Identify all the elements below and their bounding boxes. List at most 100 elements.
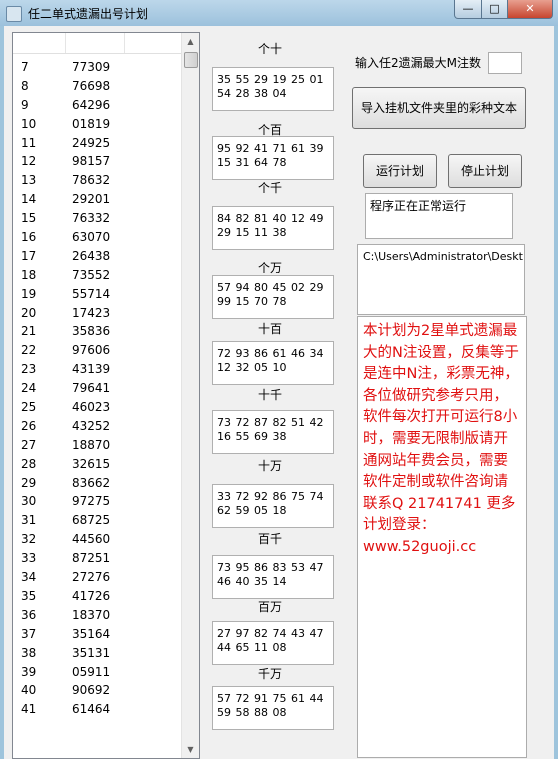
section-numbers-box[interactable]: 95 92 41 71 61 39 15 31 64 78 [212, 136, 334, 180]
list-rows: 7 77309 8 76698 9 64296 10 01819 11 24925 12 98157 1… [13, 58, 181, 719]
section-numbers-box[interactable]: 72 93 86 61 46 34 12 32 05 10 [212, 341, 334, 385]
list-row[interactable]: 36 18370 [13, 606, 181, 625]
close-button[interactable]: ✕ [507, 0, 553, 19]
list-row[interactable]: 28 32615 [13, 455, 181, 474]
section-label: 百万 [257, 600, 282, 614]
list-row[interactable]: 15 76332 [13, 209, 181, 228]
scroll-down-arrow-icon[interactable]: ▼ [182, 741, 199, 758]
column-header-index[interactable] [13, 33, 66, 53]
row-number: 18870 [72, 437, 111, 452]
list-row[interactable]: 17 26438 [13, 247, 181, 266]
section-label: 个万 [257, 261, 282, 275]
list-row[interactable]: 9 64296 [13, 96, 181, 115]
stop-plan-button[interactable]: 停止计划 [448, 154, 522, 188]
row-number: 27276 [72, 570, 111, 585]
section-numbers-box[interactable]: 35 55 29 19 25 01 54 28 38 04 [212, 67, 334, 111]
row-number: 78632 [72, 173, 111, 188]
section-numbers-box[interactable]: 57 72 91 75 61 44 59 58 88 08 [212, 686, 334, 730]
list-row[interactable]: 38 35131 [13, 644, 181, 663]
list-row[interactable]: 7 77309 [13, 58, 181, 77]
row-index: 28 [21, 456, 37, 471]
row-index: 24 [21, 381, 37, 396]
row-number: 32615 [72, 456, 111, 471]
import-file-button[interactable]: 导入挂机文件夹里的彩种文本 [352, 87, 526, 129]
main-window-body: 7 77309 8 76698 9 64296 10 01819 11 24925 12 98157 1… [4, 26, 554, 759]
status-textbox[interactable]: 程序正在正常运行 [365, 193, 513, 239]
list-row[interactable]: 12 98157 [13, 152, 181, 171]
row-index: 31 [21, 513, 37, 528]
row-index: 27 [21, 437, 37, 452]
row-index: 37 [21, 626, 37, 641]
list-row[interactable]: 27 18870 [13, 436, 181, 455]
maximize-button[interactable]: □ [481, 0, 508, 19]
section-label: 十万 [257, 459, 282, 473]
list-row[interactable]: 14 29201 [13, 190, 181, 209]
section-numbers-box[interactable]: 73 95 86 83 53 47 46 40 35 14 [212, 555, 334, 599]
list-row[interactable]: 22 97606 [13, 341, 181, 360]
list-row[interactable]: 20 17423 [13, 304, 181, 323]
row-index: 10 [21, 116, 37, 131]
section-numbers-box[interactable]: 27 97 82 74 43 47 44 65 11 08 [212, 621, 334, 665]
row-number: 83662 [72, 475, 111, 490]
list-row[interactable]: 37 35164 [13, 625, 181, 644]
list-row[interactable]: 39 05911 [13, 663, 181, 682]
row-number: 17423 [72, 305, 111, 320]
section-label: 个千 [257, 181, 282, 195]
row-index: 25 [21, 400, 37, 415]
section-numbers-box[interactable]: 84 82 81 40 12 49 29 15 11 38 [212, 206, 334, 250]
row-index: 36 [21, 607, 37, 622]
section-numbers-box[interactable]: 33 72 92 86 75 74 62 59 05 18 [212, 484, 334, 528]
list-row[interactable]: 33 87251 [13, 549, 181, 568]
row-index: 8 [21, 78, 29, 93]
list-row[interactable]: 13 78632 [13, 171, 181, 190]
window-title: 任二单式遗漏出号计划 [28, 7, 149, 21]
row-number: 24925 [72, 135, 111, 150]
history-list[interactable]: 7 77309 8 76698 9 64296 10 01819 11 24925 12 98157 1… [12, 32, 200, 759]
list-row[interactable]: 11 24925 [13, 134, 181, 153]
run-plan-button[interactable]: 运行计划 [363, 154, 437, 188]
max-m-input[interactable] [488, 52, 522, 74]
info-textbox[interactable]: 本计划为2星单式遗漏最大的N注设置，反集等于是连中N注，彩票无神，各位做研究参考… [357, 316, 527, 758]
row-index: 38 [21, 645, 37, 660]
row-index: 21 [21, 324, 37, 339]
row-index: 12 [21, 154, 37, 169]
column-header-number[interactable] [66, 33, 125, 53]
list-row[interactable]: 16 63070 [13, 228, 181, 247]
row-index: 16 [21, 230, 37, 245]
row-index: 32 [21, 532, 37, 547]
list-row[interactable]: 25 46023 [13, 398, 181, 417]
list-row[interactable]: 10 01819 [13, 115, 181, 134]
path-textbox[interactable]: C:\Users\Administrator\Deskt [357, 244, 525, 315]
list-row[interactable]: 32 44560 [13, 530, 181, 549]
list-row[interactable]: 19 55714 [13, 285, 181, 304]
minimize-button[interactable]: — [454, 0, 482, 19]
row-index: 26 [21, 418, 37, 433]
list-row[interactable]: 24 79641 [13, 379, 181, 398]
list-row[interactable]: 30 97275 [13, 492, 181, 511]
section-label: 个十 [257, 42, 282, 56]
row-number: 05911 [72, 664, 111, 679]
scroll-up-arrow-icon[interactable]: ▲ [182, 33, 199, 50]
row-number: 98157 [72, 154, 111, 169]
row-index: 15 [21, 211, 37, 226]
row-number: 61464 [72, 702, 111, 717]
row-index: 39 [21, 664, 37, 679]
list-row[interactable]: 41 61464 [13, 700, 181, 719]
list-row[interactable]: 8 76698 [13, 77, 181, 96]
scroll-thumb[interactable] [184, 52, 198, 68]
list-row[interactable]: 31 68725 [13, 511, 181, 530]
row-number: 01819 [72, 116, 111, 131]
list-row[interactable]: 18 73552 [13, 266, 181, 285]
list-row[interactable]: 40 90692 [13, 681, 181, 700]
list-row[interactable]: 26 43252 [13, 417, 181, 436]
section-numbers-box[interactable]: 73 72 87 82 51 42 16 55 69 38 [212, 410, 334, 454]
list-row[interactable]: 23 43139 [13, 360, 181, 379]
list-row[interactable]: 34 27276 [13, 568, 181, 587]
row-index: 17 [21, 248, 37, 263]
list-scrollbar[interactable]: ▲ ▼ [181, 33, 199, 758]
list-row[interactable]: 21 35836 [13, 322, 181, 341]
section-numbers-box[interactable]: 57 94 80 45 02 29 99 15 70 78 [212, 275, 334, 319]
section-label: 千万 [257, 667, 282, 681]
list-row[interactable]: 29 83662 [13, 474, 181, 493]
list-row[interactable]: 35 41726 [13, 587, 181, 606]
